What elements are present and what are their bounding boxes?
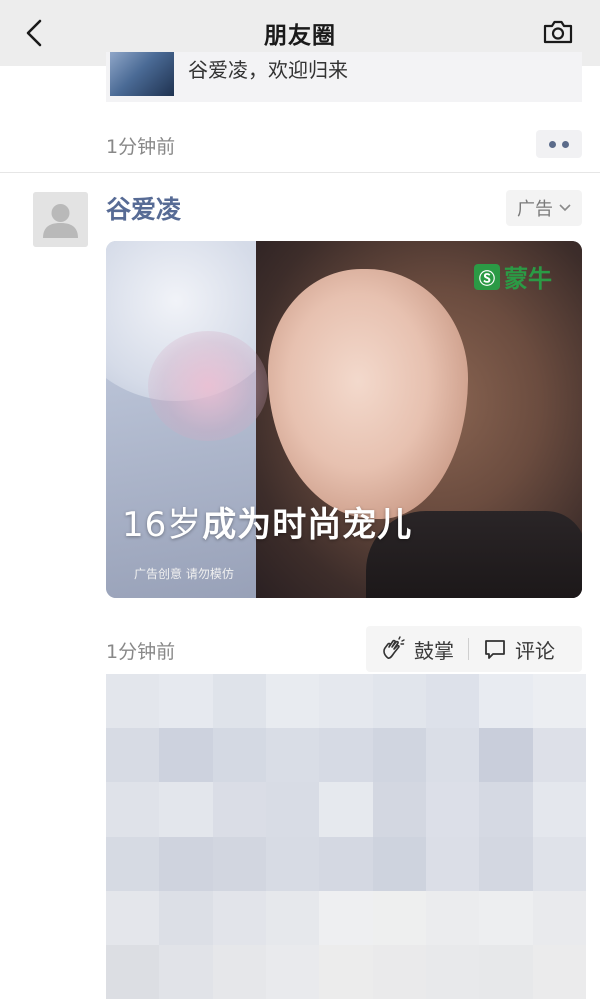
action-bar: 鼓掌 评论 — [366, 626, 582, 672]
mosaic-tile — [106, 728, 160, 783]
camera-button[interactable] — [538, 14, 578, 50]
post-divider — [0, 172, 600, 173]
mosaic-tile — [532, 782, 586, 837]
mosaic-tile — [532, 728, 586, 783]
chevron-left-icon — [26, 19, 42, 47]
pixelated-comments — [106, 674, 586, 999]
clap-icon — [383, 636, 405, 659]
back-button[interactable] — [16, 15, 52, 51]
ad-disclaimer: 广告创意 请勿模仿 — [134, 567, 234, 581]
mosaic-tile — [319, 782, 373, 837]
mosaic-tile — [479, 890, 533, 945]
mosaic-tile — [265, 674, 320, 729]
mosaic-tile — [265, 944, 320, 999]
mosaic-tile — [372, 782, 426, 837]
mosaic-tile — [372, 836, 426, 891]
mosaic-tile — [212, 782, 266, 837]
brand-logo: Ⓢ 蒙牛 — [474, 259, 552, 294]
mosaic-tile — [159, 674, 213, 729]
comment-button[interactable]: 评论 — [469, 626, 569, 672]
more-options-button[interactable] — [536, 130, 582, 158]
mosaic-tile — [159, 782, 213, 837]
author-name[interactable]: 谷爱凌 — [106, 190, 181, 226]
link-title: 谷爱凌，欢迎归来 — [188, 58, 348, 82]
mosaic-tile — [425, 890, 480, 945]
mosaic-tile — [212, 944, 266, 999]
shared-link-card[interactable]: 谷爱凌，欢迎归来 — [106, 52, 582, 102]
mosaic-tile — [425, 674, 480, 729]
brand-logo-icon: Ⓢ — [474, 263, 500, 290]
mosaic-tile — [265, 728, 320, 783]
mosaic-tile — [425, 728, 480, 783]
mosaic-tile — [479, 728, 533, 783]
ad-image[interactable]: Ⓢ 蒙牛 16岁成为时尚宠儿 广告创意 请勿模仿 — [106, 241, 582, 598]
chevron-down-icon — [559, 204, 571, 212]
comment-icon — [485, 640, 505, 659]
mosaic-tile — [106, 782, 160, 837]
mosaic-tile — [159, 728, 213, 783]
ad-timestamp: 1分钟前 — [106, 641, 176, 663]
mosaic-tile — [372, 944, 426, 999]
ad-headline: 16岁成为时尚宠儿 — [122, 505, 413, 545]
ad-tag-label: 广告 — [517, 199, 553, 220]
mosaic-tile — [106, 836, 160, 891]
link-thumbnail — [110, 52, 174, 96]
mosaic-tile — [425, 944, 480, 999]
mosaic-tile — [479, 782, 533, 837]
mosaic-tile — [532, 836, 586, 891]
comment-label: 评论 — [515, 638, 555, 663]
mosaic-tile — [106, 890, 160, 945]
mosaic-tile — [212, 674, 266, 729]
mosaic-tile — [319, 836, 373, 891]
default-avatar-icon — [33, 192, 88, 247]
mosaic-tile — [532, 944, 586, 999]
mosaic-tile — [425, 836, 480, 891]
camera-icon — [543, 20, 573, 44]
mosaic-tile — [372, 674, 426, 729]
clap-button[interactable]: 鼓掌 — [366, 626, 468, 672]
mosaic-tile — [265, 890, 320, 945]
mosaic-tile — [532, 890, 586, 945]
more-dots-icon — [549, 140, 556, 148]
mosaic-tile — [479, 944, 533, 999]
clap-label: 鼓掌 — [414, 638, 454, 663]
mosaic-tile — [159, 944, 213, 999]
mosaic-tile — [212, 836, 266, 891]
mosaic-tile — [212, 728, 266, 783]
mosaic-tile — [106, 944, 160, 999]
mosaic-tile — [159, 836, 213, 891]
mosaic-tile — [159, 890, 213, 945]
mosaic-tile — [425, 782, 480, 837]
mosaic-tile — [106, 674, 160, 729]
mosaic-tile — [372, 890, 426, 945]
mosaic-tile — [319, 944, 373, 999]
mosaic-tile — [319, 674, 373, 729]
mosaic-tile — [479, 674, 533, 729]
post-timestamp: 1分钟前 — [106, 136, 176, 158]
mosaic-tile — [532, 674, 586, 729]
mosaic-tile — [479, 836, 533, 891]
mosaic-tile — [319, 890, 373, 945]
mosaic-tile — [212, 890, 266, 945]
avatar[interactable] — [33, 192, 88, 247]
mosaic-tile — [319, 728, 373, 783]
ad-tag-button[interactable]: 广告 — [506, 190, 582, 226]
mosaic-tile — [265, 836, 320, 891]
page-title: 朋友圈 — [264, 23, 336, 49]
mosaic-tile — [265, 782, 320, 837]
mosaic-tile — [372, 728, 426, 783]
